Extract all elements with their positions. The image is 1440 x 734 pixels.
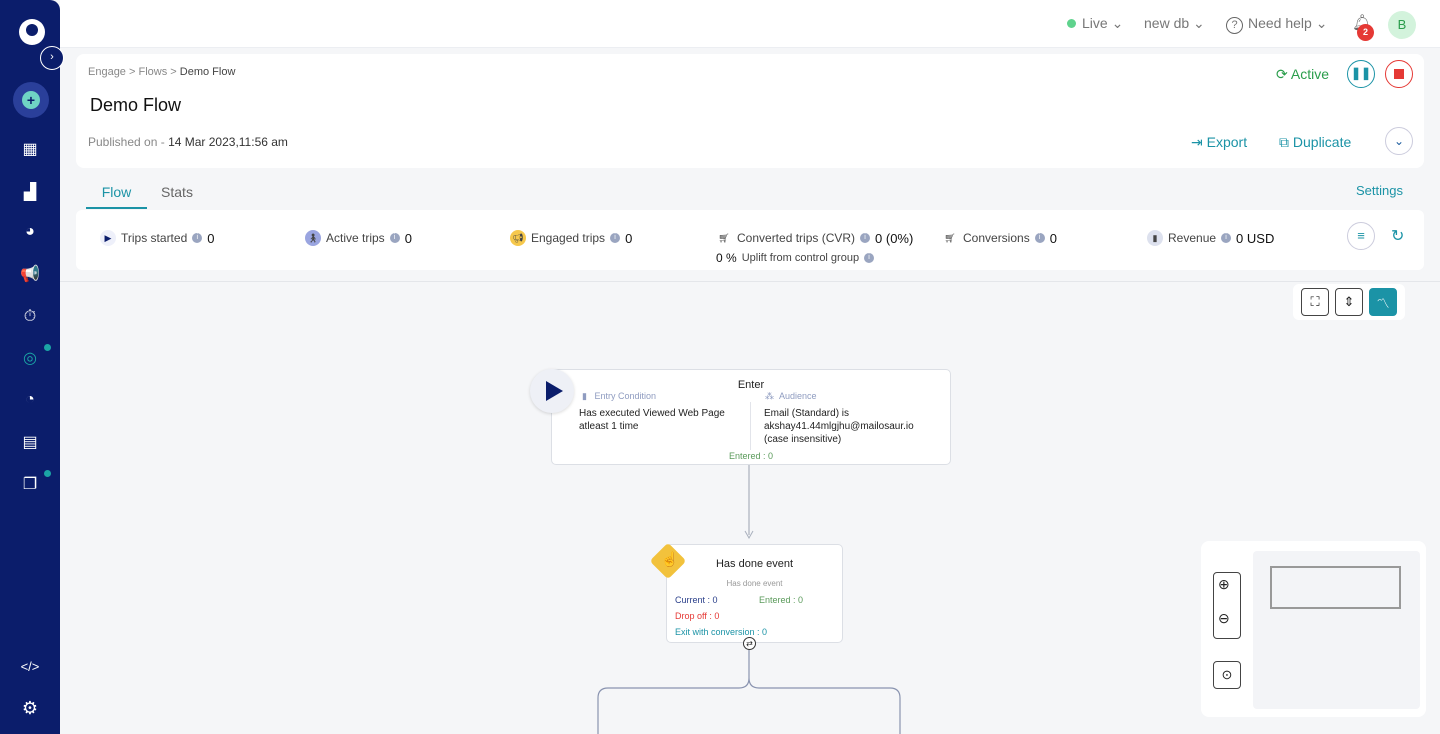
door-icon: ▮ xyxy=(582,391,587,401)
hand-icon: ☝ xyxy=(661,551,679,567)
event-node[interactable]: Has done event Has done event Current : … xyxy=(666,544,843,643)
entry-condition-text: Has executed Viewed Web Page atleast 1 t… xyxy=(579,408,725,432)
exit-conversion-count: Exit with conversion : 0 xyxy=(675,627,768,637)
audience-icon: ⁂ xyxy=(765,391,774,401)
audience-text: Email (Standard) is akshay41.44mlgjhu@ma… xyxy=(764,408,914,445)
entry-condition-label: ▮ Entry Condition xyxy=(582,391,657,401)
current-count: Current : 0 xyxy=(675,595,718,605)
play-icon xyxy=(530,369,574,413)
entered-count: Entered : 0 xyxy=(759,595,804,605)
node-title: Enter xyxy=(737,379,765,391)
node-subtitle: Has done event xyxy=(726,579,783,588)
entered-count: Entered : 0 xyxy=(728,451,774,461)
zoom-in-button[interactable]: ⊕ xyxy=(1218,576,1230,593)
minimap-panel: ⊕ ⊖ ⊙ xyxy=(1201,541,1426,717)
audience-label: ⁂ Audience xyxy=(765,391,817,401)
minimap[interactable] xyxy=(1253,551,1420,709)
dropoff-count: Drop off : 0 xyxy=(675,611,720,621)
swap-button[interactable]: ⇄ xyxy=(743,637,756,650)
node-title: Has done event xyxy=(715,558,794,570)
minimap-viewport[interactable] xyxy=(1270,566,1401,609)
zoom-out-button[interactable]: ⊖ xyxy=(1218,610,1230,627)
recenter-button[interactable]: ⊙ xyxy=(1213,661,1241,689)
entry-node[interactable]: Enter ▮ Entry Condition Has executed Vie… xyxy=(551,369,951,465)
